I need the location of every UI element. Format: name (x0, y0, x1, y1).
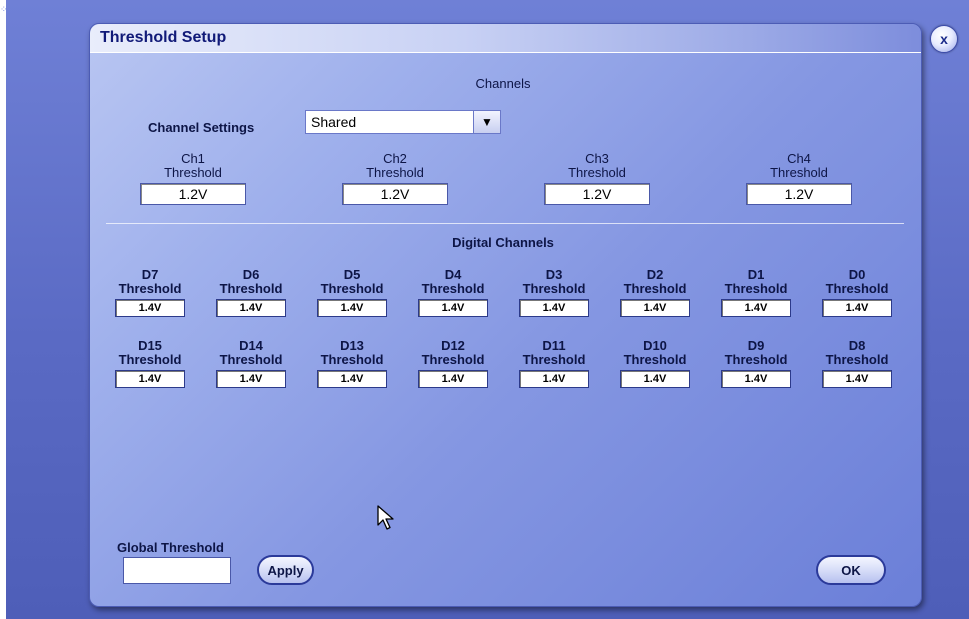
channel-threshold-label: Threshold (164, 165, 222, 180)
digital-channel-name: D5 (343, 267, 361, 282)
digital-channel-name: D7 (141, 267, 159, 282)
digital-channel-group: D5 Threshold 1.4V (312, 268, 392, 317)
digital-threshold-label: Threshold (118, 352, 182, 367)
digital-channel-group: D4 Threshold 1.4V (413, 268, 493, 317)
digital-threshold-label: Threshold (320, 352, 384, 367)
digital-threshold-input[interactable]: 1.4V (519, 370, 589, 388)
threshold-setup-dialog: Threshold Setup Channels Channel Setting… (89, 23, 922, 607)
digital-channel-group: D1 Threshold 1.4V (716, 268, 796, 317)
channel-group: Ch2 Threshold 1.2V (340, 152, 450, 205)
digital-threshold-label: Threshold (421, 352, 485, 367)
digital-channel-name: D1 (747, 267, 765, 282)
ok-button[interactable]: OK (816, 555, 886, 585)
corner-grip-icon: ⁘ (0, 4, 8, 14)
channel-group: Ch4 Threshold 1.2V (744, 152, 854, 205)
digital-channel-name: D4 (444, 267, 462, 282)
digital-channel-name: D15 (138, 338, 162, 353)
channel-settings-dropdown[interactable]: Shared ▼ (305, 110, 501, 134)
title-bar: Threshold Setup (90, 24, 921, 53)
digital-channel-group: D7 Threshold 1.4V (110, 268, 190, 317)
digital-channel-name: D0 (848, 267, 866, 282)
digital-channel-name: D10 (643, 338, 667, 353)
mouse-pointer-icon (377, 505, 394, 530)
digital-threshold-input[interactable]: 1.4V (620, 299, 690, 317)
section-divider (106, 223, 904, 224)
digital-channel-group: D13 Threshold 1.4V (312, 339, 392, 388)
channel-threshold-input[interactable]: 1.2V (140, 183, 246, 205)
digital-channels-heading: Digital Channels (452, 235, 554, 250)
digital-channel-group: D3 Threshold 1.4V (514, 268, 594, 317)
digital-channel-group: D6 Threshold 1.4V (211, 268, 291, 317)
digital-threshold-input[interactable]: 1.4V (519, 299, 589, 317)
global-threshold-input[interactable] (123, 557, 231, 584)
digital-threshold-input[interactable]: 1.4V (115, 299, 185, 317)
digital-threshold-label: Threshold (320, 281, 384, 296)
close-button[interactable]: x (930, 25, 958, 53)
digital-channel-name: D2 (646, 267, 664, 282)
digital-threshold-input[interactable]: 1.4V (418, 299, 488, 317)
digital-threshold-label: Threshold (522, 281, 586, 296)
digital-threshold-input[interactable]: 1.4V (822, 370, 892, 388)
digital-channel-group: D9 Threshold 1.4V (716, 339, 796, 388)
channel-threshold-input[interactable]: 1.2V (544, 183, 650, 205)
digital-channel-name: D6 (242, 267, 260, 282)
digital-channel-group: D14 Threshold 1.4V (211, 339, 291, 388)
channel-threshold-input[interactable]: 1.2V (342, 183, 448, 205)
digital-threshold-label: Threshold (825, 281, 889, 296)
channel-name: Ch4 (787, 151, 811, 166)
channel-group: Ch1 Threshold 1.2V (138, 152, 248, 205)
digital-channel-name: D8 (848, 338, 866, 353)
digital-channel-group: D10 Threshold 1.4V (615, 339, 695, 388)
channel-name: Ch1 (181, 151, 205, 166)
digital-threshold-input[interactable]: 1.4V (620, 370, 690, 388)
digital-threshold-input[interactable]: 1.4V (216, 370, 286, 388)
digital-threshold-input[interactable]: 1.4V (418, 370, 488, 388)
channel-name: Ch2 (383, 151, 407, 166)
digital-threshold-label: Threshold (219, 352, 283, 367)
digital-threshold-input[interactable]: 1.4V (721, 370, 791, 388)
close-icon: x (940, 31, 948, 47)
channel-threshold-input[interactable]: 1.2V (746, 183, 852, 205)
digital-threshold-label: Threshold (724, 352, 788, 367)
digital-channel-name: D3 (545, 267, 563, 282)
channel-threshold-label: Threshold (770, 165, 828, 180)
digital-threshold-input[interactable]: 1.4V (721, 299, 791, 317)
dialog-title: Threshold Setup (100, 29, 227, 46)
channel-threshold-label: Threshold (366, 165, 424, 180)
digital-threshold-label: Threshold (825, 352, 889, 367)
digital-channel-name: D12 (441, 338, 465, 353)
digital-threshold-label: Threshold (623, 352, 687, 367)
digital-channel-name: D11 (542, 338, 566, 353)
digital-channel-group: D8 Threshold 1.4V (817, 339, 897, 388)
digital-threshold-label: Threshold (219, 281, 283, 296)
digital-threshold-input[interactable]: 1.4V (317, 370, 387, 388)
digital-threshold-input[interactable]: 1.4V (216, 299, 286, 317)
apply-button[interactable]: Apply (257, 555, 314, 585)
digital-channel-name: D9 (747, 338, 765, 353)
digital-threshold-input[interactable]: 1.4V (115, 370, 185, 388)
channel-group: Ch3 Threshold 1.2V (542, 152, 652, 205)
digital-channel-group: D15 Threshold 1.4V (110, 339, 190, 388)
channel-settings-value: Shared (311, 114, 357, 130)
digital-channel-group: D11 Threshold 1.4V (514, 339, 594, 388)
channel-settings-label: Channel Settings (148, 120, 255, 135)
digital-threshold-input[interactable]: 1.4V (822, 299, 892, 317)
digital-threshold-input[interactable]: 1.4V (317, 299, 387, 317)
digital-threshold-label: Threshold (522, 352, 586, 367)
digital-threshold-label: Threshold (421, 281, 485, 296)
global-threshold-label: Global Threshold (117, 540, 224, 555)
channel-name: Ch3 (585, 151, 609, 166)
digital-channel-name: D13 (340, 338, 364, 353)
dropdown-arrow-icon[interactable]: ▼ (473, 111, 500, 133)
channel-threshold-label: Threshold (568, 165, 626, 180)
digital-threshold-label: Threshold (724, 281, 788, 296)
channels-heading: Channels (475, 76, 531, 91)
digital-channel-group: D0 Threshold 1.4V (817, 268, 897, 317)
digital-threshold-label: Threshold (118, 281, 182, 296)
digital-channel-group: D2 Threshold 1.4V (615, 268, 695, 317)
digital-threshold-label: Threshold (623, 281, 687, 296)
digital-channel-group: D12 Threshold 1.4V (413, 339, 493, 388)
digital-channel-name: D14 (239, 338, 263, 353)
